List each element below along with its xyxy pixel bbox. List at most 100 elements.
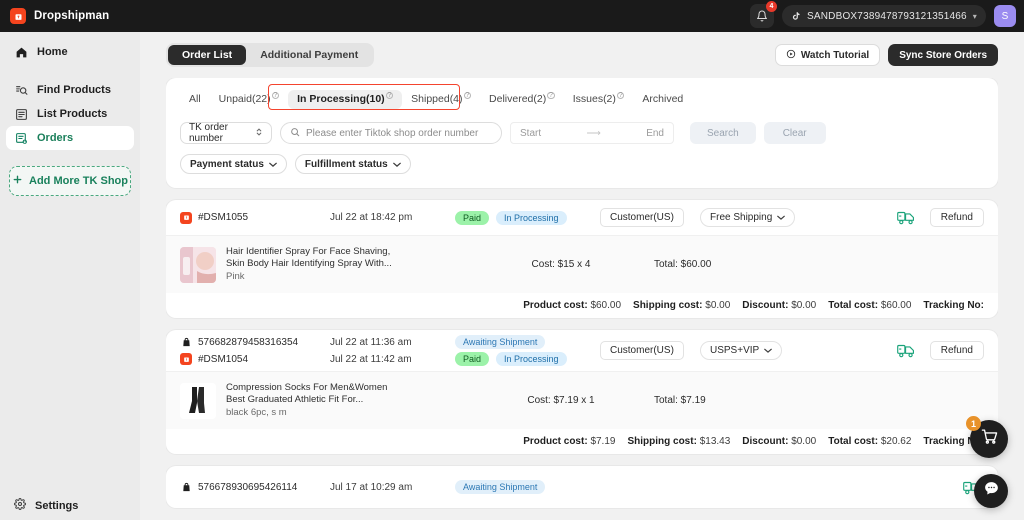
product-title-line2: Best Graduated Athletic Fit For... [226, 394, 364, 405]
status-tabs: All Unpaid(22)? In Processing(10)? Shipp… [180, 84, 984, 110]
summary-discount: Discount: $0.00 [742, 436, 816, 447]
order-card: #DSM1055 Jul 22 at 18:42 pm Paid In Proc… [166, 200, 998, 318]
order-ids: 576682879458316354 #DSM1054 [180, 334, 330, 368]
product-info: Hair Identifier Spray For Face Shaving, … [226, 246, 486, 283]
cart-fab-button[interactable]: 1 [966, 416, 1008, 458]
order-dates: Jul 17 at 10:29 am [330, 479, 455, 496]
shop-selector[interactable]: SANDBOX7389478793121351466 ▾ [782, 5, 986, 27]
sidebar-item-label: Settings [35, 499, 79, 512]
page-header: Order List Additional Payment Watch Tuto… [166, 32, 998, 78]
shipping-truck-icon[interactable] [896, 342, 918, 360]
sidebar-item-find-products[interactable]: Find Products [6, 78, 134, 102]
tiktok-icon [792, 12, 800, 20]
value: $0.00 [791, 300, 817, 311]
order-ids: 576678930695426114 [180, 479, 330, 496]
status-tab-unpaid[interactable]: Unpaid(22)? [210, 90, 288, 109]
dsm-order-number[interactable]: #DSM1054 [198, 354, 248, 365]
refund-button[interactable]: Refund [929, 208, 984, 227]
page-tabs: Order List Additional Payment [166, 43, 375, 67]
sidebar-item-list-products[interactable]: List Products [6, 102, 134, 126]
order-type-select[interactable]: TK order number [180, 122, 272, 144]
label: Discount: [742, 436, 789, 447]
shipping-method-select[interactable]: USPS+VIP [700, 341, 783, 360]
status-tab-delivered[interactable]: Delivered(2)? [480, 90, 564, 109]
shipping-method-select[interactable]: Free Shipping [700, 208, 796, 227]
status-line: Awaiting Shipment [455, 334, 600, 351]
notifications-button[interactable]: 4 [750, 1, 777, 28]
stepper-icon [255, 127, 263, 140]
label: Total cost: [828, 436, 879, 447]
arrow-right-icon: ⟶ [586, 127, 601, 139]
gear-icon [14, 498, 26, 513]
status-tab-shipped[interactable]: Shipped(4)? [402, 90, 480, 109]
date-start-placeholder: Start [520, 127, 542, 139]
watch-tutorial-button[interactable]: Watch Tutorial [774, 44, 881, 66]
help-icon[interactable]: ? [385, 91, 394, 99]
shopping-cart-icon [981, 428, 998, 450]
tab-order-list[interactable]: Order List [168, 45, 247, 65]
refund-button[interactable]: Refund [929, 341, 984, 360]
shop-bag-icon [180, 336, 192, 348]
help-icon[interactable]: ? [271, 91, 280, 99]
help-icon[interactable]: ? [547, 91, 555, 99]
help-icon[interactable]: ? [463, 91, 472, 99]
avatar[interactable]: S [994, 5, 1016, 27]
shop-bag-icon [180, 481, 192, 493]
status-tab-label: All [189, 92, 201, 105]
label: Product cost: [523, 436, 588, 447]
status-tab-in-processing[interactable]: In Processing(10)? [288, 89, 403, 109]
search-button[interactable]: Search [690, 122, 756, 144]
shipping-truck-icon[interactable] [896, 209, 918, 227]
chevron-down-icon [764, 345, 773, 356]
watch-tutorial-label: Watch Tutorial [800, 49, 870, 61]
sidebar-item-settings[interactable]: Settings [0, 498, 140, 513]
dropshipman-badge-icon [180, 211, 192, 224]
fulfillment-status-badge: In Processing [496, 210, 567, 225]
sidebar-item-orders[interactable]: Orders [6, 126, 134, 150]
value: $7.19 [590, 436, 616, 447]
orders-scroll-region[interactable]: All Unpaid(22)? In Processing(10)? Shipp… [166, 78, 998, 520]
order-dates: Jul 22 at 18:42 pm [330, 209, 455, 226]
label: Tracking No: [923, 300, 984, 311]
order-card: 576682879458316354 #DSM1054 Jul 22 at 11… [166, 330, 998, 454]
dsm-order-number[interactable]: #DSM1055 [198, 212, 248, 223]
shop-order-date: Jul 17 at 10:29 am [330, 481, 413, 493]
sync-store-orders-button[interactable]: Sync Store Orders [888, 44, 998, 66]
order-header: #DSM1055 Jul 22 at 18:42 pm Paid In Proc… [166, 200, 998, 236]
status-tab-all[interactable]: All [180, 90, 210, 109]
fulfillment-status-filter[interactable]: Fulfillment status [294, 154, 411, 174]
shop-order-number[interactable]: 576682879458316354 [198, 337, 298, 348]
order-product-row: Hair Identifier Spray For Face Shaving, … [166, 236, 998, 293]
status-tab-archived[interactable]: Archived [633, 90, 692, 109]
dsm-order-date: Jul 22 at 18:42 pm [330, 212, 413, 223]
tab-additional-payment[interactable]: Additional Payment [246, 45, 372, 65]
customer-button[interactable]: Customer(US) [600, 341, 684, 360]
clear-button[interactable]: Clear [763, 122, 826, 144]
summary-product-cost: Product cost: $7.19 [523, 436, 615, 447]
status-tab-label: Archived [642, 92, 684, 105]
customer-button[interactable]: Customer(US) [600, 208, 684, 227]
order-summary: Product cost: $7.19 Shipping cost: $13.4… [166, 429, 998, 454]
product-thumbnail [180, 382, 216, 419]
search-input[interactable]: Please enter Tiktok shop order number [280, 122, 502, 144]
chat-fab-button[interactable] [974, 474, 1008, 508]
sidebar-item-home[interactable]: Home [6, 40, 134, 64]
product-total: Total: $60.00 [654, 259, 712, 270]
sidebar: Home Find Products List Products Orders … [0, 32, 140, 520]
date-end-placeholder: End [646, 127, 664, 139]
order-actions: Refund [896, 208, 984, 227]
label: Shipping cost: [627, 436, 697, 447]
shop-order-number[interactable]: 576678930695426114 [198, 482, 297, 493]
payment-status-filter[interactable]: Payment status [180, 154, 287, 174]
date-range-picker[interactable]: Start ⟶ End [510, 122, 674, 144]
dsm-order-line: #DSM1055 [180, 209, 330, 226]
help-icon[interactable]: ? [616, 91, 625, 99]
add-more-tk-shop-button[interactable]: Add More TK Shop [9, 166, 131, 196]
filter-row-secondary: Payment status Fulfillment status [180, 154, 984, 174]
product-cost: Cost: $7.19 x 1 [527, 395, 595, 406]
order-statuses: Paid In Processing [455, 209, 600, 226]
chevron-down-icon [269, 159, 277, 170]
order-type-value: TK order number [189, 122, 228, 144]
sidebar-item-label: Find Products [37, 84, 111, 96]
status-tab-issues[interactable]: Issues(2)? [564, 90, 634, 109]
